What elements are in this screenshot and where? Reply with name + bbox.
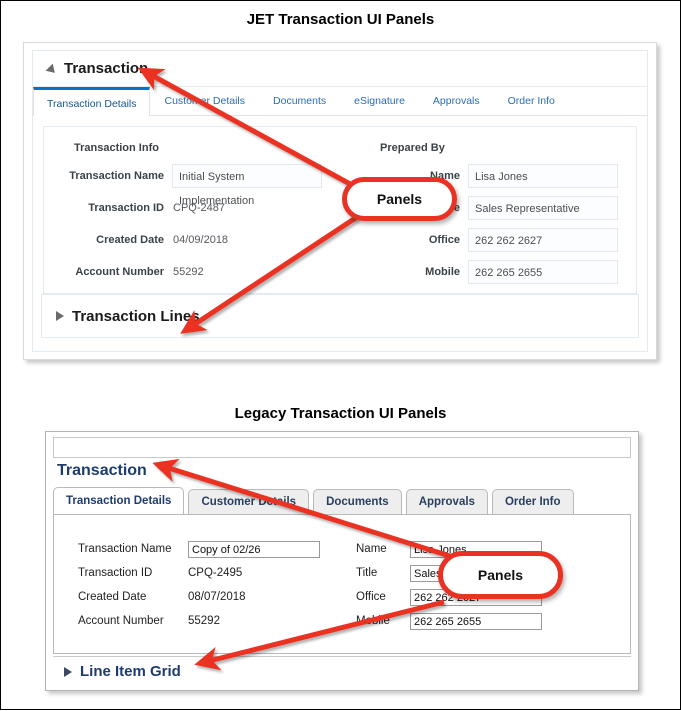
legacy-tab-transaction-details[interactable]: Transaction Details xyxy=(53,487,185,515)
field-label: Office xyxy=(356,591,386,603)
tab-customer-details[interactable]: Customer Details xyxy=(150,87,259,115)
field-account-number: Account Number 55292 xyxy=(44,257,340,287)
prepared-name-input[interactable]: Lisa Jones xyxy=(468,164,618,188)
field-label: Transaction Name xyxy=(78,543,172,555)
legacy-field-mobile: Mobile 262 265 2655 xyxy=(356,609,630,633)
jet-transaction-panel: Transaction Transaction Details Customer… xyxy=(32,50,648,352)
legacy-field-transaction-id: Transaction ID CPQ-2495 xyxy=(78,561,352,585)
prepared-title-input[interactable]: Sales Representative xyxy=(468,196,618,220)
tab-esignature[interactable]: eSignature xyxy=(340,87,419,115)
legacy-callout-label: Panels xyxy=(477,567,524,583)
created-date-value: 04/09/2018 xyxy=(173,234,229,246)
transaction-id-value: CPQ-2487 xyxy=(173,202,225,214)
legacy-account-number-value: 55292 xyxy=(188,615,220,627)
triangle-right-icon[interactable] xyxy=(56,311,64,321)
legacy-mobile-input[interactable]: 262 265 2655 xyxy=(410,612,542,630)
field-label: Transaction ID xyxy=(88,202,164,214)
jet-transaction-card: Transaction Transaction Details Customer… xyxy=(23,42,657,360)
field-prepared-mobile: Mobile 262 265 2655 xyxy=(340,257,636,287)
legacy-left-column: Transaction Name Copy of 02/26 Transacti… xyxy=(54,537,352,633)
legacy-tab-order-info[interactable]: Order Info xyxy=(491,489,574,515)
legacy-field-created-date: Created Date 08/07/2018 xyxy=(78,585,352,609)
transaction-name-input[interactable]: Initial System Implementation xyxy=(172,164,322,207)
legacy-tab-approvals[interactable]: Approvals xyxy=(405,489,488,515)
jet-transaction-lines-title: Transaction Lines xyxy=(72,307,200,325)
tab-approvals[interactable]: Approvals xyxy=(419,87,494,115)
field-label: Transaction ID xyxy=(78,567,153,579)
legacy-section-title: Legacy Transaction UI Panels xyxy=(234,405,447,422)
legacy-tab-customer-details[interactable]: Customer Details xyxy=(188,489,310,515)
field-created-date: Created Date 04/09/2018 xyxy=(44,225,340,255)
field-label: Office xyxy=(428,234,460,246)
legacy-line-item-grid-panel[interactable]: Line Item Grid xyxy=(53,656,631,686)
legacy-panel-title: Transaction xyxy=(57,462,147,479)
field-label: Title xyxy=(356,567,378,579)
legacy-line-item-grid-title: Line Item Grid xyxy=(80,663,181,680)
jet-panel-title: Transaction xyxy=(64,60,149,77)
jet-section-title: JET Transaction UI Panels xyxy=(246,11,435,28)
field-label: Created Date xyxy=(78,591,147,603)
screenshot-stage: JET Transaction UI Panels Transaction Tr… xyxy=(1,1,680,709)
legacy-panels-callout: Panels xyxy=(438,551,563,599)
tab-transaction-details[interactable]: Transaction Details xyxy=(33,87,151,116)
field-transaction-name: Transaction Name Initial System Implemen… xyxy=(44,161,340,207)
jet-left-group-heading: Transaction Info xyxy=(74,142,159,154)
field-label: Transaction Name xyxy=(69,170,164,182)
legacy-toolbar xyxy=(53,437,631,458)
legacy-field-transaction-name: Transaction Name Copy of 02/26 xyxy=(78,537,352,561)
field-label: Mobile xyxy=(425,266,460,278)
triangle-right-icon[interactable] xyxy=(64,666,72,677)
legacy-tab-bar[interactable]: Transaction Details Customer Details Doc… xyxy=(53,487,631,515)
field-label: Created Date xyxy=(96,234,164,246)
jet-right-group-heading: Prepared By xyxy=(380,142,445,154)
legacy-created-date-value: 08/07/2018 xyxy=(188,591,246,603)
triangle-down-icon[interactable] xyxy=(45,63,59,77)
jet-transaction-lines-panel[interactable]: Transaction Lines xyxy=(41,294,639,338)
jet-callout-label: Panels xyxy=(376,191,423,207)
prepared-mobile-input[interactable]: 262 265 2655 xyxy=(468,260,618,284)
account-number-value: 55292 xyxy=(173,266,204,278)
jet-field-container: Transaction Info Transaction Name Initia… xyxy=(43,126,637,294)
field-label: Name xyxy=(356,543,387,555)
field-label: Account Number xyxy=(75,266,164,278)
legacy-transaction-name-input[interactable]: Copy of 02/26 xyxy=(188,540,320,558)
jet-tab-bar[interactable]: Transaction Details Customer Details Doc… xyxy=(33,87,647,116)
jet-panels-callout: Panels xyxy=(342,177,457,221)
tab-order-info[interactable]: Order Info xyxy=(494,87,569,115)
field-prepared-office: Office 262 262 2627 xyxy=(340,225,636,255)
field-label: Account Number xyxy=(78,615,164,627)
legacy-tab-documents[interactable]: Documents xyxy=(313,489,402,515)
jet-transaction-panel-header[interactable]: Transaction xyxy=(33,51,647,87)
legacy-transaction-id-value: CPQ-2495 xyxy=(188,567,243,579)
field-label: Mobile xyxy=(356,615,390,627)
prepared-office-input[interactable]: 262 262 2627 xyxy=(468,228,618,252)
jet-left-column: Transaction Info Transaction Name Initia… xyxy=(44,127,340,293)
tab-documents[interactable]: Documents xyxy=(259,87,340,115)
legacy-field-account-number: Account Number 55292 xyxy=(78,609,352,633)
